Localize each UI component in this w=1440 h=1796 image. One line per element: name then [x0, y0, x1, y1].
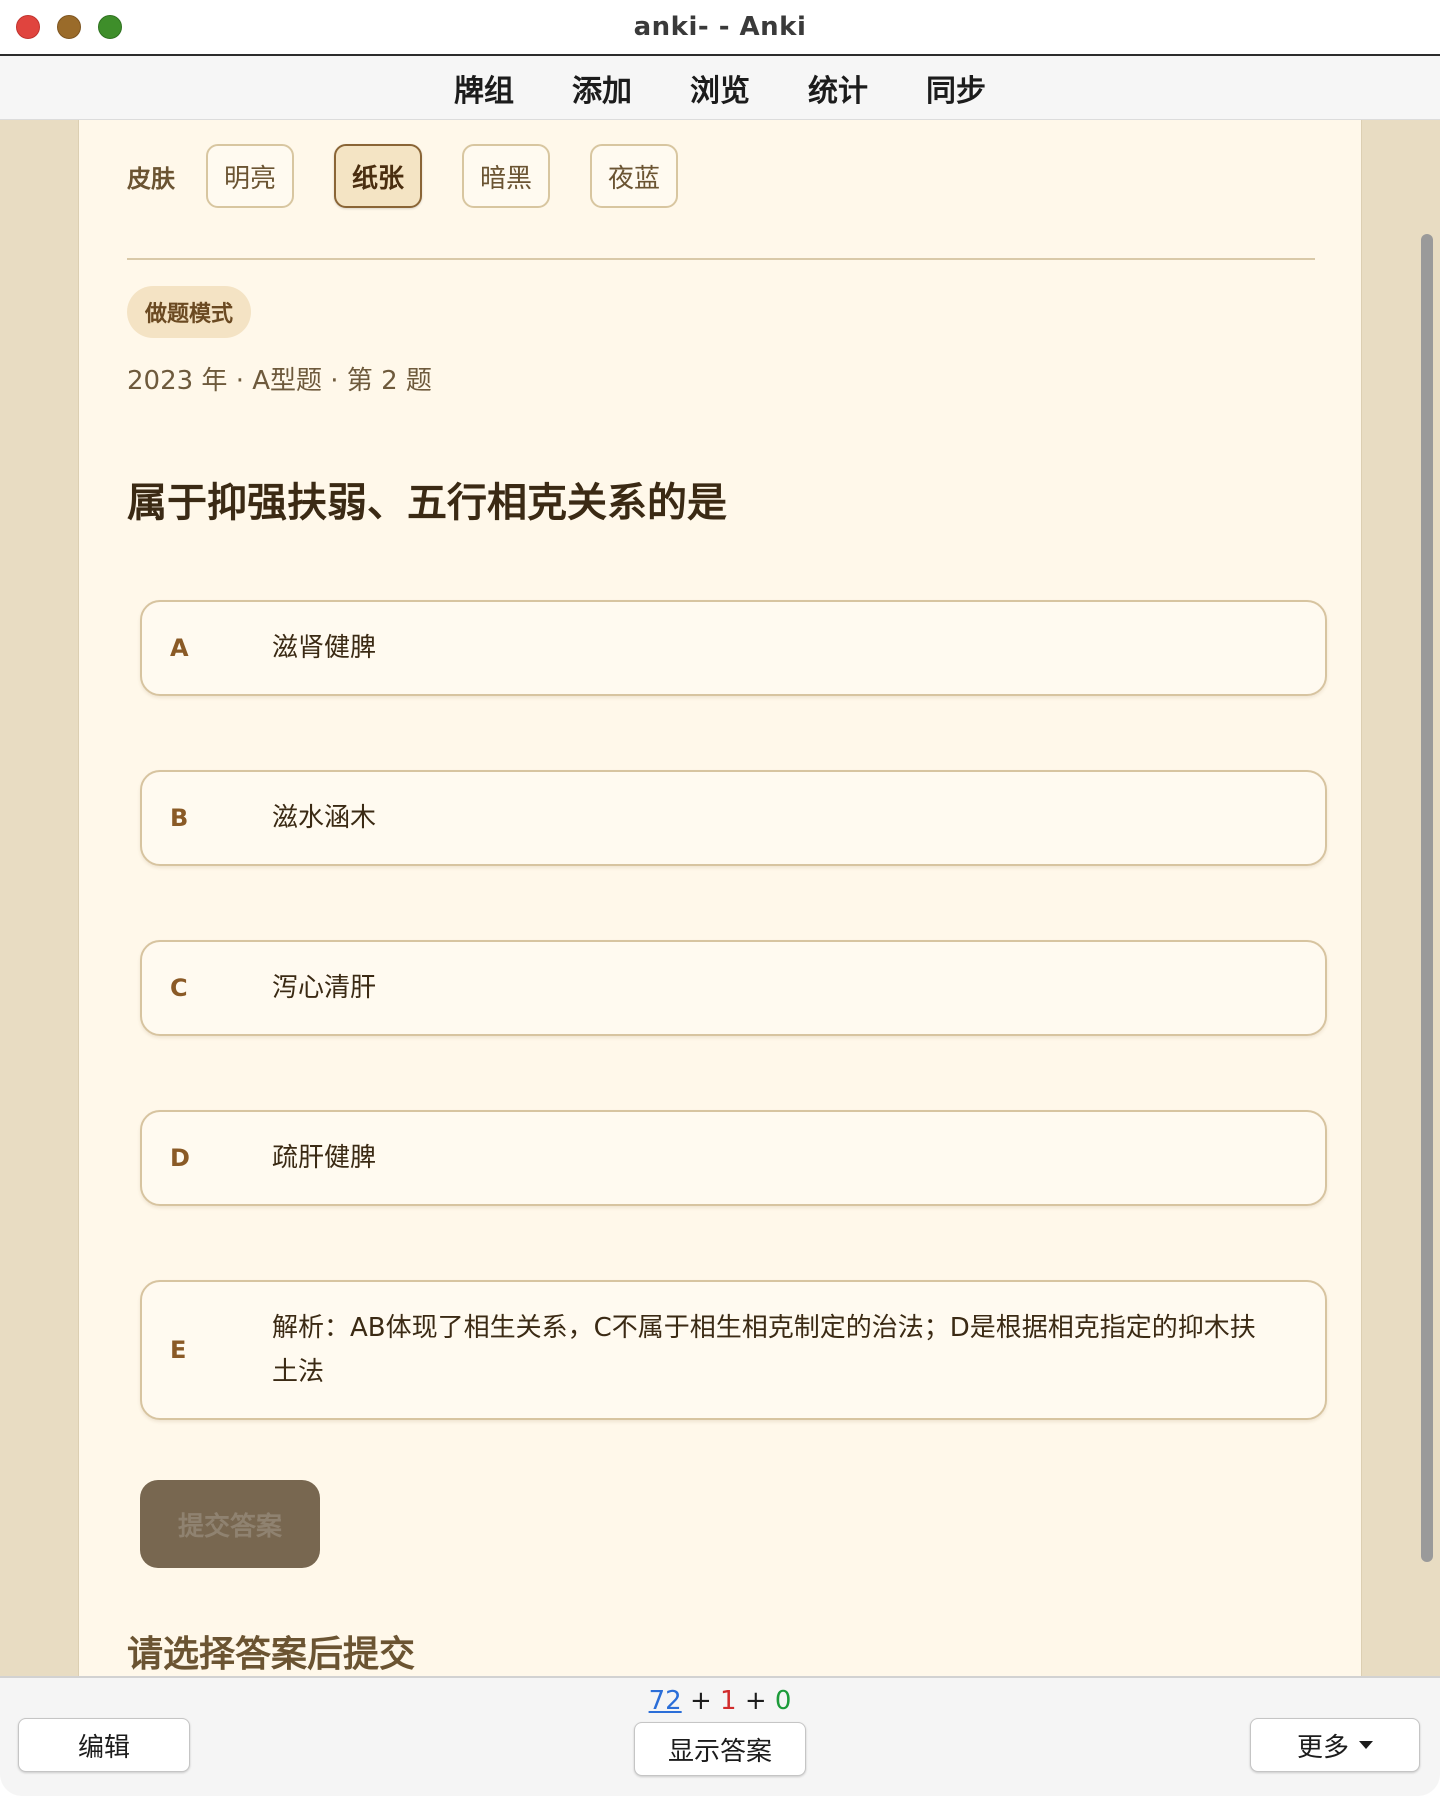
scrollbar[interactable]	[1421, 234, 1433, 1562]
anki-window: anki- - Anki 牌组 添加 浏览 统计 同步 皮肤 明亮 纸张 暗黑 …	[0, 0, 1440, 1796]
selection-hint: 请选择答案后提交	[127, 1634, 416, 1675]
new-count[interactable]: 72	[649, 1686, 682, 1716]
skin-selector: 皮肤 明亮 纸张 暗黑 夜蓝	[127, 144, 718, 208]
window-title: anki- - Anki	[633, 12, 807, 42]
divider	[127, 258, 1315, 260]
option-letter: A	[170, 634, 189, 662]
chevron-down-icon	[1359, 1741, 1373, 1749]
question-text: 属于抑强扶弱、五行相克关系的是	[127, 480, 727, 526]
option-letter: B	[170, 804, 189, 832]
skin-label: 皮肤	[127, 164, 175, 193]
nav-decks[interactable]: 牌组	[425, 66, 543, 110]
option-letter: D	[170, 1144, 190, 1172]
option-c[interactable]: C 泻心清肝	[140, 940, 1327, 1036]
show-answer-button[interactable]: 显示答案	[634, 1722, 806, 1776]
mode-badge: 做题模式	[127, 286, 252, 338]
question-card: 皮肤 明亮 纸张 暗黑 夜蓝 做题模式 2023 年 · A型题 · 第 2 题…	[78, 120, 1362, 1676]
nav-sync[interactable]: 同步	[897, 66, 1015, 110]
nav-stats[interactable]: 统计	[779, 66, 897, 110]
learn-count: 1	[720, 1686, 737, 1716]
edit-button[interactable]: 编辑	[18, 1718, 190, 1772]
more-button[interactable]: 更多	[1250, 1718, 1420, 1772]
bottom-bar: 72 + 1 + 0 编辑 显示答案 更多	[0, 1676, 1440, 1796]
minimize-window-icon[interactable]	[57, 15, 81, 39]
option-letter: C	[170, 974, 188, 1002]
skin-option-dark[interactable]: 暗黑	[462, 144, 551, 208]
close-window-icon[interactable]	[16, 15, 40, 39]
main-toolbar: 牌组 添加 浏览 统计 同步	[0, 56, 1440, 120]
plus-sign: +	[689, 1686, 712, 1716]
nav-browse[interactable]: 浏览	[661, 66, 779, 110]
due-counts: 72 + 1 + 0	[0, 1686, 1440, 1716]
review-count: 0	[774, 1686, 792, 1716]
nav-add[interactable]: 添加	[543, 66, 661, 110]
option-d[interactable]: D 疏肝健脾	[140, 1110, 1327, 1206]
option-text: 泻心清肝	[272, 973, 377, 1003]
option-b[interactable]: B 滋水涵木	[140, 770, 1327, 866]
option-text: 疏肝健脾	[272, 1143, 377, 1173]
skin-option-bright[interactable]: 明亮	[206, 144, 295, 208]
submit-answer-button[interactable]: 提交答案	[140, 1480, 320, 1568]
plus-sign: +	[744, 1686, 767, 1716]
title-bar: anki- - Anki	[0, 0, 1440, 56]
option-letter: E	[170, 1336, 187, 1364]
show-answer-label: 显示答案	[667, 1736, 772, 1767]
option-text: 滋水涵木	[272, 803, 377, 833]
skin-option-night-blue[interactable]: 夜蓝	[590, 144, 679, 208]
more-button-label: 更多	[1296, 1732, 1349, 1763]
option-a[interactable]: A 滋肾健脾	[140, 600, 1327, 696]
option-text: 滋肾健脾	[272, 633, 377, 663]
option-e[interactable]: E 解析：AB体现了相生关系，C不属于相生相克制定的治法；D是根据相克指定的抑木…	[140, 1280, 1327, 1420]
edit-button-label: 编辑	[77, 1732, 130, 1763]
window-controls	[16, 15, 122, 39]
zoom-window-icon[interactable]	[98, 15, 122, 39]
option-text: 解析：AB体现了相生关系，C不属于相生相克制定的治法；D是根据相克指定的抑木扶土…	[272, 1313, 1256, 1387]
skin-option-paper[interactable]: 纸张	[334, 144, 423, 208]
question-meta: 2023 年 · A型题 · 第 2 题	[127, 366, 432, 396]
